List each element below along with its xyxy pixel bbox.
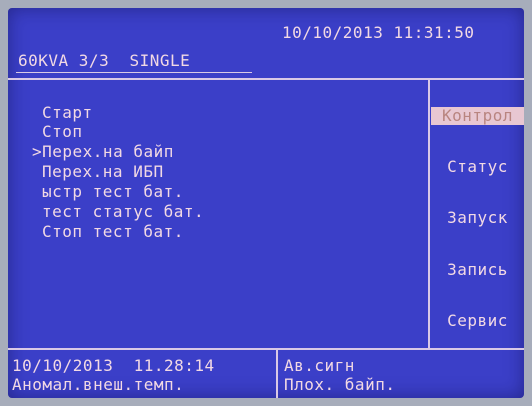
mode-underline xyxy=(16,72,252,73)
event-datetime: 10/10/2013 11.28:14 xyxy=(12,356,215,375)
alarm-title: Ав.сигн xyxy=(284,356,355,375)
header-divider xyxy=(8,78,524,80)
menu-item-quick-battery-test[interactable]: ыстр тест бат. xyxy=(42,183,184,201)
softkey-control[interactable]: Контрол xyxy=(431,107,524,125)
menu-item-transfer-bypass[interactable]: >Перех.на байп xyxy=(32,143,174,161)
lcd-screen: 10/10/2013 11:31:50 60KVA 3/3 SINGLE Ста… xyxy=(8,8,524,398)
footer-divider xyxy=(8,348,524,350)
softkey-status[interactable]: Статус xyxy=(431,158,524,176)
event-text: Аномал.внеш.темп. xyxy=(12,375,185,394)
softkey-start[interactable]: Запуск xyxy=(431,209,524,227)
softkey-service[interactable]: Сервис xyxy=(431,312,524,330)
softkey-divider xyxy=(428,78,430,348)
softkey-log[interactable]: Запись xyxy=(431,261,524,279)
menu-item-stop[interactable]: Стоп xyxy=(42,123,83,141)
menu-item-stop-battery-test[interactable]: Стоп тест бат. xyxy=(42,223,184,241)
menu-item-battery-status-test[interactable]: тест статус бат. xyxy=(42,203,204,221)
alarm-text: Плох. байп. xyxy=(284,375,396,394)
header-datetime: 10/10/2013 11:31:50 xyxy=(282,23,475,42)
device-mode-label: 60KVA 3/3 SINGLE xyxy=(18,51,191,70)
menu-item-transfer-ups[interactable]: Перех.на ИБП xyxy=(42,163,164,181)
menu-item-start[interactable]: Старт xyxy=(42,104,93,122)
footer-split xyxy=(276,348,278,398)
